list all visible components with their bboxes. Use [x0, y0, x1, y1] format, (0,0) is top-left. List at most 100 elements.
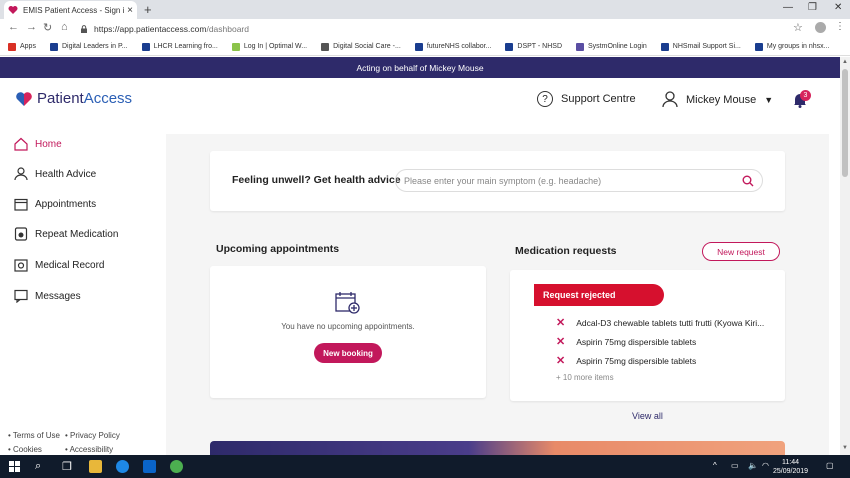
support-centre-link[interactable]: ? Support Centre	[537, 91, 636, 107]
taskbar-clock[interactable]: 11:44 25/09/2019	[773, 458, 808, 476]
accessibility-link[interactable]: • Accessibility	[65, 445, 113, 454]
bookmark-item[interactable]: SystmOnline Login	[576, 42, 647, 51]
profile-avatar-icon[interactable]	[815, 22, 826, 33]
tray-chevron-icon[interactable]: ^	[713, 461, 717, 470]
sidebar-item-repeat-medication[interactable]: Repeat Medication	[14, 227, 118, 241]
medication-item-label: Aspirin 75mg dispersible tablets	[576, 336, 697, 347]
privacy-policy-link[interactable]: • Privacy Policy	[65, 431, 120, 440]
bookmark-label: NHSmail Support Si...	[672, 43, 741, 50]
bookmark-item[interactable]: Digital Leaders in P...	[49, 42, 128, 51]
forward-icon[interactable]: →	[26, 21, 37, 33]
chevron-down-icon: ▼	[764, 94, 774, 105]
upcoming-appointments-title: Upcoming appointments	[216, 243, 340, 255]
sidebar-item-medical-record[interactable]: Medical Record	[14, 258, 104, 272]
bookmark-favicon-icon	[414, 42, 423, 51]
acting-on-behalf-banner: Acting on behalf of Mickey Mouse	[0, 57, 840, 78]
address-bar[interactable]: https://app.patientaccess.com/dashboard	[80, 20, 810, 37]
network-icon[interactable]: ◠	[762, 461, 769, 470]
patient-access-logo[interactable]: Patient Access	[15, 90, 132, 107]
terms-of-use-link[interactable]: • Terms of Use	[8, 431, 60, 440]
no-appointments-text: You have no upcoming appointments.	[281, 322, 415, 331]
bookmarks-bar: Apps Digital Leaders in P... LHCR Learning…	[0, 38, 850, 56]
new-request-button[interactable]: New request	[702, 242, 780, 261]
medication-icon	[14, 227, 28, 241]
more-items-text: + 10 more items	[556, 373, 614, 382]
browser-toolbar: ← → ↻ ⌂ https://app.patientaccess.com/da…	[0, 19, 850, 38]
rejected-x-icon: ✕	[556, 336, 566, 348]
maximize-icon[interactable]: ❐	[808, 2, 817, 13]
cookies-link[interactable]: • Cookies	[8, 445, 42, 454]
back-icon[interactable]: ←	[8, 21, 19, 33]
user-menu[interactable]: Mickey Mouse ▼	[662, 91, 773, 108]
bookmark-item[interactable]: Digital Social Care -...	[321, 42, 401, 51]
medication-item[interactable]: ✕ Aspirin 75mg dispersible tablets	[556, 335, 696, 348]
bookmark-item[interactable]: NHSmail Support Si...	[660, 42, 741, 51]
scroll-up-icon[interactable]: ▲	[842, 59, 848, 65]
browser-tab-bar: EMIS Patient Access - Sign in or × + — ❐…	[0, 0, 850, 19]
new-booking-button[interactable]: New booking	[314, 343, 382, 363]
bookmark-item[interactable]: futureNHS collabor...	[414, 42, 492, 51]
reload-icon[interactable]: ↻	[43, 21, 52, 34]
minimize-icon[interactable]: —	[783, 2, 793, 13]
sidebar-item-home[interactable]: Home	[14, 137, 62, 151]
bookmark-favicon-icon	[576, 42, 585, 51]
support-centre-label: Support Centre	[561, 93, 636, 105]
notifications-button[interactable]: 3	[793, 90, 811, 113]
task-view-icon[interactable]: ❐	[62, 460, 72, 473]
bookmark-item[interactable]: Log In | Optimal W...	[231, 42, 307, 51]
medication-item[interactable]: ✕ Aspirin 75mg dispersible tablets	[556, 354, 696, 367]
battery-icon[interactable]: ▭	[731, 461, 739, 470]
internet-explorer-icon[interactable]	[116, 460, 129, 473]
bookmark-label: Apps	[20, 43, 36, 50]
scrollbar-thumb[interactable]	[842, 69, 848, 177]
search-icon[interactable]	[742, 175, 754, 187]
medication-requests-title: Medication requests	[515, 245, 617, 257]
scroll-down-icon[interactable]: ▼	[842, 445, 848, 451]
outlook-icon[interactable]	[143, 460, 156, 473]
bookmark-favicon-icon	[321, 42, 330, 51]
volume-icon[interactable]: 🔈	[748, 461, 758, 470]
windows-start-icon[interactable]	[9, 461, 20, 472]
window-close-icon[interactable]: ✕	[834, 2, 842, 13]
url-path: /dashboard	[206, 23, 249, 34]
bookmark-favicon-icon	[49, 42, 58, 51]
bookmark-favicon-icon	[505, 42, 514, 51]
medication-requests-card: Request rejected ✕ Adcal-D3 chewable tabl…	[510, 270, 785, 401]
medication-item[interactable]: ✕ Adcal-D3 chewable tablets tutti frutti …	[556, 316, 764, 329]
health-advice-card: Feeling unwell? Get health advice Please…	[210, 151, 785, 211]
view-all-link[interactable]: View all	[632, 411, 663, 421]
calendar-add-icon	[335, 292, 360, 314]
bookmark-item[interactable]: Apps	[8, 42, 36, 51]
bookmark-item[interactable]: My groups in nhsx...	[754, 42, 830, 51]
page-scrollbar[interactable]: ▲ ▼	[840, 57, 850, 455]
bookmark-label: futureNHS collabor...	[426, 43, 492, 50]
rejected-x-icon: ✕	[556, 317, 566, 329]
tab-title: EMIS Patient Access - Sign in or	[23, 5, 124, 15]
sidebar-item-label: Messages	[35, 290, 81, 302]
question-icon: ?	[537, 91, 553, 107]
notification-badge: 3	[800, 90, 811, 101]
tab-close-icon[interactable]: ×	[127, 5, 133, 16]
notification-center-icon[interactable]: ▢	[826, 461, 834, 470]
bookmark-star-icon[interactable]: ☆	[793, 21, 803, 34]
chrome-icon[interactable]	[170, 460, 183, 473]
promo-banner-image	[210, 441, 785, 455]
bookmark-item[interactable]: DSPT - NHSD	[505, 42, 562, 51]
file-explorer-icon[interactable]	[89, 460, 102, 473]
symptom-search-input[interactable]: Please enter your main symptom (e.g. hea…	[395, 169, 763, 192]
taskbar-search-icon[interactable]: ⌕	[35, 460, 41, 473]
medical-record-icon	[14, 259, 28, 272]
sidebar-item-label: Repeat Medication	[35, 228, 119, 240]
sidebar-item-messages[interactable]: Messages	[14, 289, 81, 303]
bookmark-item[interactable]: LHCR Learning fro...	[141, 42, 218, 51]
browser-tab[interactable]: EMIS Patient Access - Sign in or ×	[4, 1, 137, 19]
new-tab-button[interactable]: +	[144, 2, 152, 17]
browser-menu-icon[interactable]: ⋮	[835, 21, 845, 32]
windows-taskbar: ⌕ ❐ ^ ▭ 🔈 ◠ 11:44 25/09/2019 ▢	[0, 455, 850, 478]
sidebar-item-health-advice[interactable]: Health Advice	[14, 167, 96, 181]
bookmark-favicon-icon	[141, 42, 150, 51]
home-icon[interactable]: ⌂	[61, 21, 68, 33]
heart-favicon-icon	[8, 6, 18, 14]
sidebar-item-appointments[interactable]: Appointments	[14, 197, 96, 211]
bookmark-label: SystmOnline Login	[588, 43, 647, 50]
